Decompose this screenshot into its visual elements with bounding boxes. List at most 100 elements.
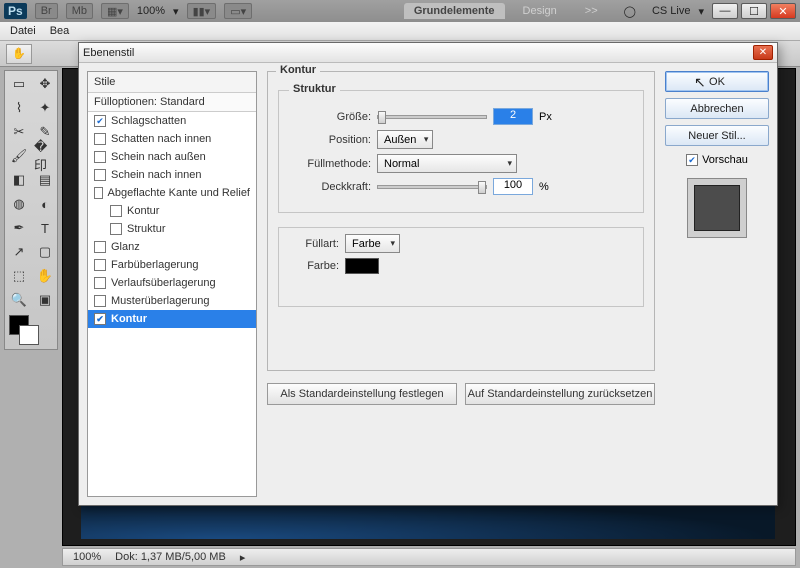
dialog-close-button[interactable]: ✕ [753, 45, 773, 60]
style-item[interactable]: Schein nach innen [88, 166, 256, 184]
tools-panel: ▭ ✥ ⌇ ✦ ✂ ✎ 🖌 �印 ◧ ▤ ◍ ◐ ✒ T ↗ ▢ ⬚ ✋ 🔍 ▣ [4, 70, 58, 350]
blur-tool[interactable]: ◍ [7, 193, 31, 215]
ps-logo: Ps [4, 3, 27, 19]
settings-panel: Kontur Struktur Größe: 2 Px Position: Au… [267, 71, 655, 497]
zoom-indicator[interactable]: 100% [137, 5, 165, 17]
style-item[interactable]: Kontur [88, 202, 256, 220]
style-item[interactable]: Farbüberlagerung [88, 256, 256, 274]
struktur-legend: Struktur [289, 83, 340, 95]
style-checkbox[interactable] [94, 187, 103, 199]
brush-tool[interactable]: 🖌 [7, 145, 31, 167]
move-tool[interactable]: ✥ [33, 73, 57, 95]
path-tool[interactable]: ↗ [7, 241, 31, 263]
workspace-tab-design[interactable]: Design [513, 3, 567, 19]
style-label: Farbüberlagerung [111, 259, 198, 271]
fill-options-row[interactable]: Fülloptionen: Standard [88, 93, 256, 112]
pen-tool[interactable]: ✒ [7, 217, 31, 239]
status-docsize: Dok: 1,37 MB/5,00 MB [115, 551, 226, 563]
reset-default-button[interactable]: Auf Standardeinstellung zurücksetzen [465, 383, 655, 405]
styles-panel: Stile Fülloptionen: Standard ✔Schlagscha… [87, 71, 257, 497]
style-checkbox[interactable] [94, 295, 106, 307]
opacity-unit: % [539, 181, 549, 193]
opacity-input[interactable]: 100 [493, 178, 533, 195]
style-label: Schein nach außen [111, 151, 206, 163]
preview-label: Vorschau [702, 154, 748, 166]
preview-checkbox[interactable]: ✔ [686, 154, 698, 166]
style-label: Abgeflachte Kante und Relief [108, 187, 251, 199]
window-minimize-button[interactable]: — [712, 3, 738, 19]
new-style-button[interactable]: Neuer Stil... [665, 125, 769, 146]
zoom-tool[interactable]: 🔍 [7, 289, 31, 311]
style-checkbox[interactable] [94, 133, 106, 145]
quickmask-tool[interactable]: ▣ [33, 289, 57, 311]
style-item[interactable]: Verlaufsüberlagerung [88, 274, 256, 292]
mb-badge[interactable]: Mb [66, 3, 93, 19]
dodge-tool[interactable]: ◐ [33, 193, 57, 215]
size-slider[interactable] [377, 115, 487, 119]
style-item[interactable]: ✔Kontur [88, 310, 256, 328]
style-checkbox[interactable] [110, 205, 122, 217]
style-item[interactable]: Abgeflachte Kante und Relief [88, 184, 256, 202]
style-item[interactable]: Glanz [88, 238, 256, 256]
status-arrow-icon[interactable]: ▸ [240, 551, 246, 564]
filltype-select[interactable]: Farbe [345, 234, 400, 253]
3d-tool[interactable]: ⬚ [7, 265, 31, 287]
hand-tool-icon[interactable]: ✋ [6, 44, 32, 64]
wand-tool[interactable]: ✦ [33, 97, 57, 119]
type-tool[interactable]: T [33, 217, 57, 239]
panel-title: Kontur [276, 64, 320, 76]
layer-style-dialog: Ebenenstil ✕ Stile Fülloptionen: Standar… [78, 42, 778, 506]
shape-tool[interactable]: ▢ [33, 241, 57, 263]
br-badge[interactable]: Br [35, 3, 58, 19]
window-close-button[interactable]: ✕ [770, 3, 796, 19]
status-zoom[interactable]: 100% [73, 551, 101, 563]
size-input[interactable]: 2 [493, 108, 533, 125]
workspace-tab-grundelemente[interactable]: Grundelemente [404, 3, 505, 19]
crop-tool[interactable]: ✂ [7, 121, 31, 143]
cslive-button[interactable]: CS Live [652, 5, 691, 17]
color-swatches[interactable] [7, 313, 57, 347]
style-label: Kontur [127, 205, 159, 217]
position-select[interactable]: Außen [377, 130, 433, 149]
size-label: Größe: [289, 111, 371, 123]
style-checkbox[interactable]: ✔ [94, 313, 106, 325]
eraser-tool[interactable]: ◧ [7, 169, 31, 191]
style-checkbox[interactable] [94, 169, 106, 181]
status-bar: 100% Dok: 1,37 MB/5,00 MB ▸ [62, 548, 796, 566]
style-checkbox[interactable] [94, 259, 106, 271]
lasso-tool[interactable]: ⌇ [7, 97, 31, 119]
style-checkbox[interactable] [94, 151, 106, 163]
style-checkbox[interactable]: ✔ [94, 115, 106, 127]
blend-label: Füllmethode: [289, 158, 371, 170]
blend-select[interactable]: Normal [377, 154, 517, 173]
hand-tool[interactable]: ✋ [33, 265, 57, 287]
cancel-button[interactable]: Abbrechen [665, 98, 769, 119]
doclayout-dropdown[interactable]: ▦▾ [101, 3, 129, 19]
view-a-dropdown[interactable]: ▮▮▾ [187, 3, 217, 19]
dialog-title: Ebenenstil [83, 47, 134, 59]
marquee-tool[interactable]: ▭ [7, 73, 31, 95]
style-item[interactable]: ✔Schlagschatten [88, 112, 256, 130]
style-item[interactable]: Schein nach außen [88, 148, 256, 166]
workspace-more[interactable]: >> [575, 3, 608, 19]
style-item[interactable]: Schatten nach innen [88, 130, 256, 148]
background-color[interactable] [19, 325, 39, 345]
styles-header: Stile [88, 72, 256, 93]
menu-edit[interactable]: Bea [50, 25, 70, 37]
color-swatch[interactable] [345, 258, 379, 274]
gradient-tool[interactable]: ▤ [33, 169, 57, 191]
opacity-label: Deckkraft: [289, 181, 371, 193]
style-item[interactable]: Struktur [88, 220, 256, 238]
style-checkbox[interactable] [94, 241, 106, 253]
style-checkbox[interactable] [94, 277, 106, 289]
make-default-button[interactable]: Als Standardeinstellung festlegen [267, 383, 457, 405]
cursor-icon: ↖ [694, 74, 706, 91]
stamp-tool[interactable]: �印 [33, 145, 57, 167]
view-b-dropdown[interactable]: ▭▾ [224, 3, 252, 19]
ok-button[interactable]: ↖ OK [665, 71, 769, 92]
style-item[interactable]: Musterüberlagerung [88, 292, 256, 310]
menu-file[interactable]: Datei [10, 25, 36, 37]
style-checkbox[interactable] [110, 223, 122, 235]
opacity-slider[interactable] [377, 185, 487, 189]
window-maximize-button[interactable]: ☐ [741, 3, 767, 19]
